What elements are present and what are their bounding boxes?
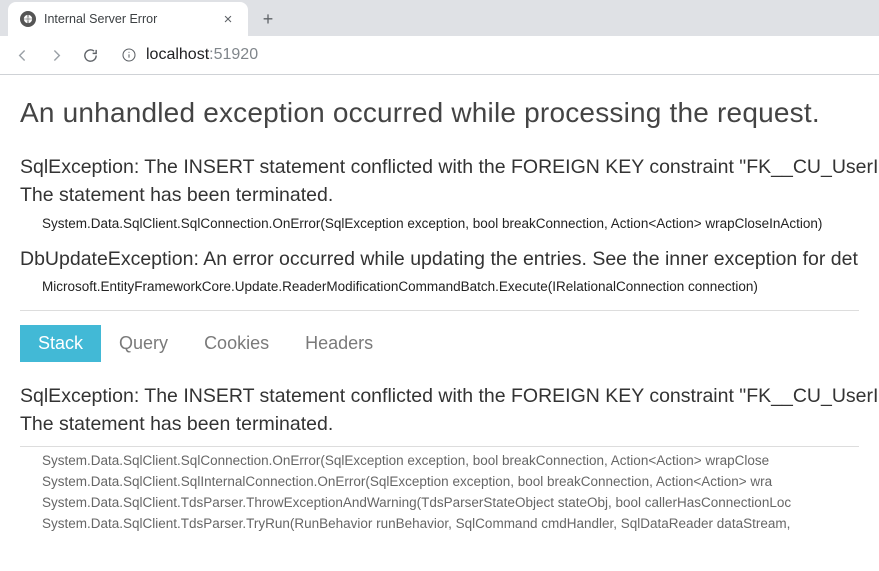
tab-headers[interactable]: Headers bbox=[287, 325, 391, 362]
info-icon[interactable] bbox=[118, 44, 140, 66]
page-title: An unhandled exception occurred while pr… bbox=[20, 97, 859, 129]
divider bbox=[20, 310, 859, 311]
globe-icon bbox=[20, 11, 36, 27]
stack-exception-heading: SqlException: The INSERT statement confl… bbox=[20, 382, 859, 448]
reload-button[interactable] bbox=[74, 39, 106, 71]
browser-tab-active[interactable]: Internal Server Error × bbox=[8, 2, 248, 36]
address-bar[interactable]: localhost:51920 bbox=[114, 40, 262, 70]
back-button[interactable] bbox=[6, 39, 38, 71]
forward-button[interactable] bbox=[40, 39, 72, 71]
toolbar: localhost:51920 bbox=[0, 36, 879, 74]
url-text: localhost:51920 bbox=[146, 46, 258, 64]
url-host: localhost bbox=[146, 46, 209, 63]
tab-query[interactable]: Query bbox=[101, 325, 186, 362]
exception-heading: DbUpdateException: An error occurred whi… bbox=[20, 245, 859, 273]
stack-content: SqlException: The INSERT statement confl… bbox=[20, 382, 859, 535]
stack-frame[interactable]: System.Data.SqlClient.TdsParser.TryRun(R… bbox=[42, 514, 859, 535]
exception-summary-0: SqlException: The INSERT statement confl… bbox=[20, 153, 859, 231]
exception-heading: SqlException: The INSERT statement confl… bbox=[20, 153, 859, 210]
page-content: An unhandled exception occurred while pr… bbox=[0, 75, 879, 535]
exception-summary-1: DbUpdateException: An error occurred whi… bbox=[20, 245, 859, 294]
tab-bar: Internal Server Error × + bbox=[0, 0, 879, 36]
close-icon[interactable]: × bbox=[220, 11, 236, 27]
exception-trace: Microsoft.EntityFrameworkCore.Update.Rea… bbox=[20, 273, 859, 294]
tab-title: Internal Server Error bbox=[44, 12, 214, 26]
stack-trace-list: System.Data.SqlClient.SqlConnection.OnEr… bbox=[20, 451, 859, 535]
detail-tabs: Stack Query Cookies Headers bbox=[20, 325, 859, 362]
exception-trace: System.Data.SqlClient.SqlConnection.OnEr… bbox=[20, 210, 859, 231]
stack-frame[interactable]: System.Data.SqlClient.SqlInternalConnect… bbox=[42, 472, 859, 493]
browser-chrome: Internal Server Error × + localhost:5192… bbox=[0, 0, 879, 75]
tab-stack[interactable]: Stack bbox=[20, 325, 101, 362]
new-tab-button[interactable]: + bbox=[254, 5, 282, 33]
stack-frame[interactable]: System.Data.SqlClient.TdsParser.ThrowExc… bbox=[42, 493, 859, 514]
url-port: :51920 bbox=[209, 46, 258, 63]
tab-cookies[interactable]: Cookies bbox=[186, 325, 287, 362]
stack-frame[interactable]: System.Data.SqlClient.SqlConnection.OnEr… bbox=[42, 451, 859, 472]
